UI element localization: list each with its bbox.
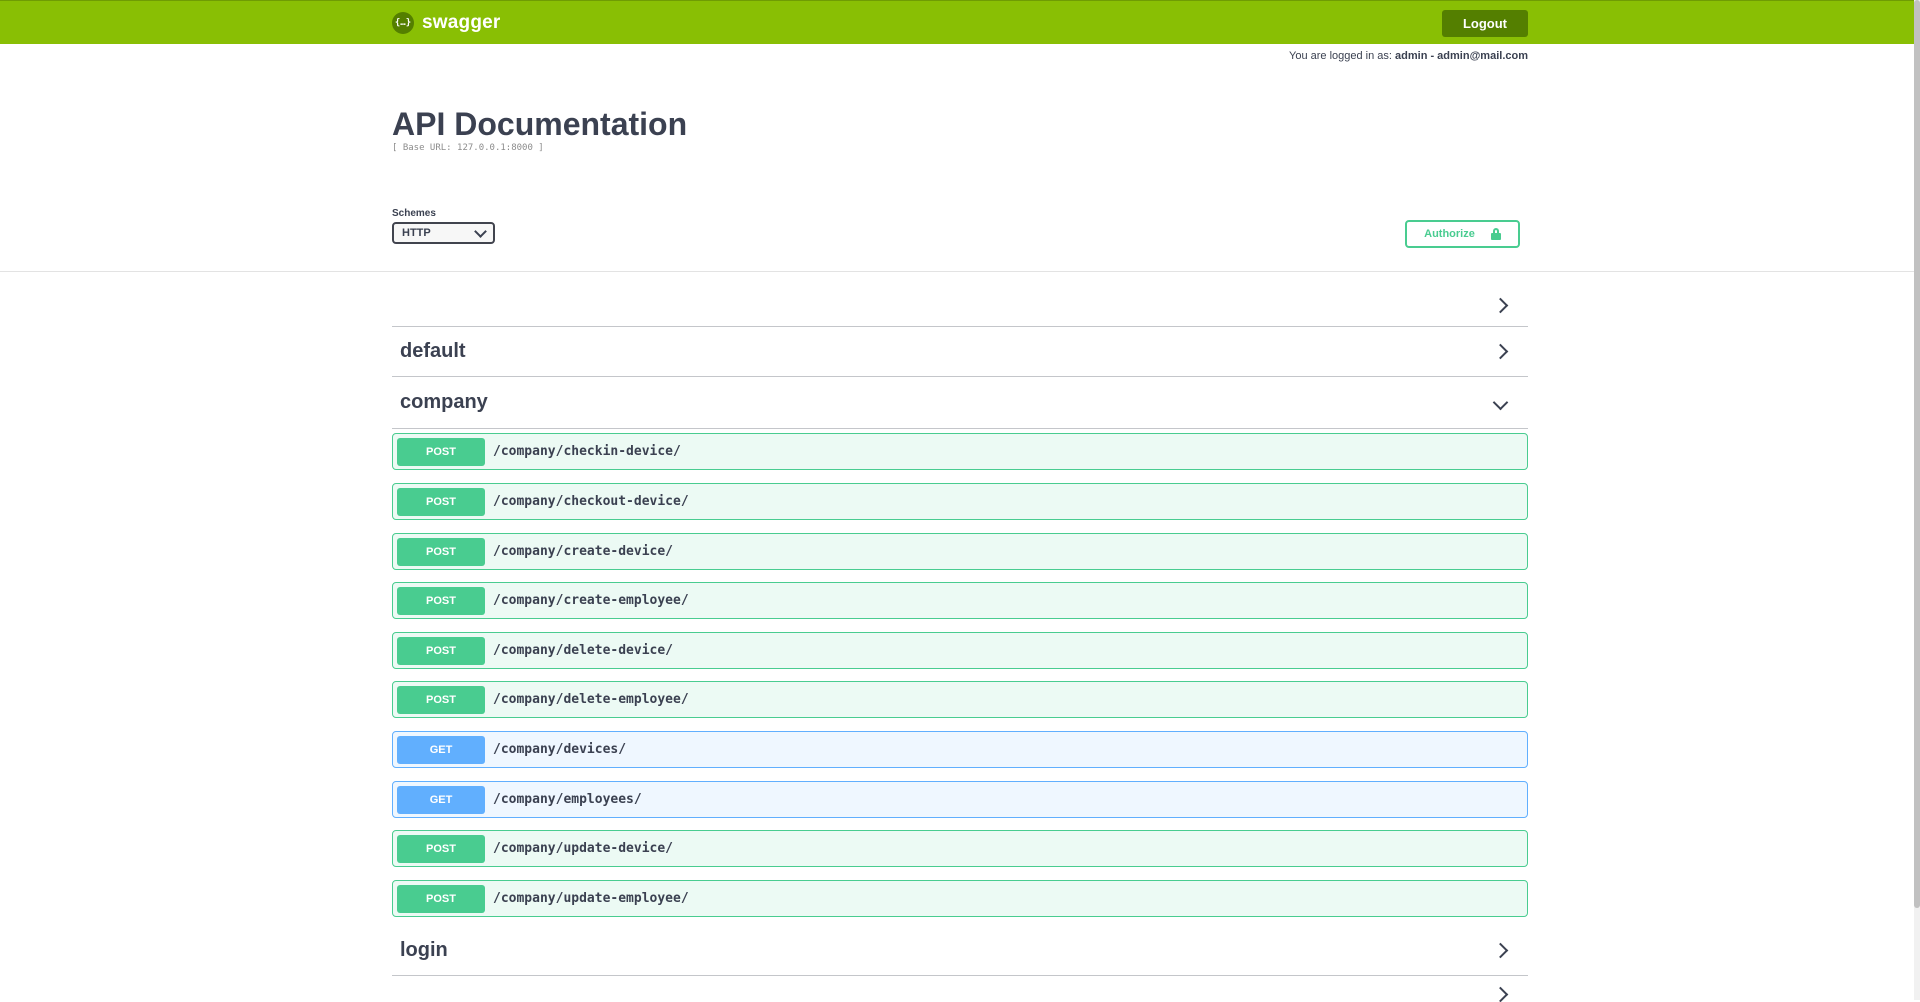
topbar: {…} swagger Logout — [0, 0, 1920, 44]
authorize-label: Authorize — [1424, 228, 1475, 240]
section-name: login — [400, 939, 448, 961]
base-url: [ Base URL: 127.0.0.1:8000 ] — [392, 143, 544, 153]
operation-path: /company/devices/ — [493, 742, 627, 757]
schemes-selected-value: HTTP — [402, 227, 431, 239]
chevron-right-icon — [1492, 297, 1509, 314]
brand[interactable]: {…} swagger — [392, 12, 501, 34]
operation-path: /company/checkin-device/ — [493, 444, 681, 459]
lock-icon — [1490, 228, 1501, 240]
operation-row[interactable]: POST /company/update-employee/ — [392, 880, 1528, 917]
method-badge: POST — [397, 636, 485, 665]
method-badge: POST — [397, 487, 485, 516]
chevron-down-icon — [1492, 394, 1509, 411]
method-badge: GET — [397, 735, 485, 764]
operation-row[interactable]: GET /company/devices/ — [392, 731, 1528, 768]
authorize-button[interactable]: Authorize — [1405, 220, 1520, 248]
section-unnamed[interactable] — [392, 285, 1528, 327]
operation-path: /company/update-device/ — [493, 841, 674, 856]
schemes-select[interactable]: HTTP — [392, 222, 495, 244]
operation-path: /company/create-employee/ — [493, 593, 689, 608]
login-info-prefix: You are logged in as: — [1289, 50, 1392, 62]
operation-row[interactable]: POST /company/create-employee/ — [392, 582, 1528, 619]
section-company[interactable]: company — [392, 377, 1528, 429]
scrollbar-thumb[interactable] — [1914, 0, 1920, 908]
operation-row[interactable]: GET /company/employees/ — [392, 781, 1528, 818]
login-info-user: admin - admin@mail.com — [1395, 50, 1528, 62]
swagger-logo-icon: {…} — [392, 12, 414, 34]
method-badge: GET — [397, 785, 485, 814]
operation-row[interactable]: POST /company/checkout-device/ — [392, 483, 1528, 520]
operation-path: /company/employees/ — [493, 792, 642, 807]
section-name: default — [400, 340, 466, 362]
operation-path: /company/update-employee/ — [493, 891, 689, 906]
chevron-down-icon — [474, 224, 487, 238]
method-badge: POST — [397, 586, 485, 615]
header-divider — [0, 271, 1920, 272]
section-login[interactable]: login — [392, 926, 1528, 976]
operation-path: /company/create-device/ — [493, 544, 674, 559]
chevron-right-icon — [1492, 343, 1509, 360]
section-name: company — [400, 391, 488, 413]
scrollbar[interactable] — [1914, 0, 1920, 1000]
logout-button[interactable]: Logout — [1442, 10, 1528, 37]
method-badge: POST — [397, 884, 485, 913]
operation-row[interactable]: POST /company/delete-device/ — [392, 632, 1528, 669]
brand-name: swagger — [422, 12, 501, 33]
method-badge: POST — [397, 685, 485, 714]
operation-path: /company/delete-employee/ — [493, 692, 689, 707]
operation-path: /company/delete-device/ — [493, 643, 674, 658]
section-partial[interactable] — [392, 976, 1528, 1002]
operation-row[interactable]: POST /company/checkin-device/ — [392, 433, 1528, 470]
method-badge: POST — [397, 437, 485, 466]
page-title: API Documentation — [392, 106, 688, 142]
section-default[interactable]: default — [392, 327, 1528, 377]
operation-row[interactable]: POST /company/update-device/ — [392, 830, 1528, 867]
operation-row[interactable]: POST /company/delete-employee/ — [392, 681, 1528, 718]
method-badge: POST — [397, 537, 485, 566]
chevron-right-icon — [1492, 942, 1509, 959]
operation-row[interactable]: POST /company/create-device/ — [392, 533, 1528, 570]
method-badge: POST — [397, 834, 485, 863]
login-info: You are logged in as: admin - admin@mail… — [1289, 50, 1528, 62]
schemes-label: Schemes — [392, 208, 436, 219]
operation-path: /company/checkout-device/ — [493, 494, 689, 509]
